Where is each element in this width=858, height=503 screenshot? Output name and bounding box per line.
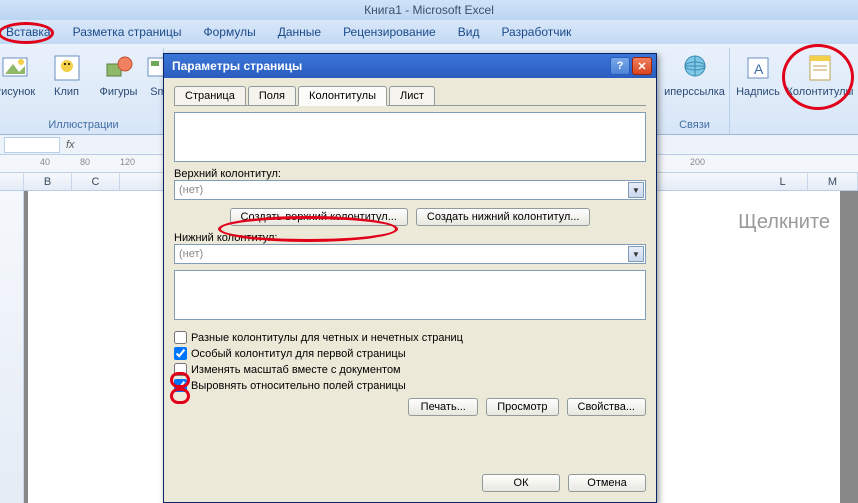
ribbon-header-footer[interactable]: Колонтитулы xyxy=(786,48,854,98)
row-headers[interactable] xyxy=(0,191,24,503)
footer-preview xyxy=(174,270,646,320)
checkbox-odd-even[interactable] xyxy=(174,331,187,344)
ribbon-shapes-label: Фигуры xyxy=(100,86,138,98)
fx-icon[interactable]: fx xyxy=(66,139,75,151)
ribbon-textbox-label: Надпись xyxy=(736,86,780,98)
dlgtab-page[interactable]: Страница xyxy=(174,86,246,105)
select-all[interactable] xyxy=(0,173,24,190)
checkbox-scale[interactable] xyxy=(174,363,187,376)
ribbon-shapes[interactable]: Фигуры xyxy=(95,48,143,98)
opt-odd-even-label: Разные колонтитулы для четных и нечетных… xyxy=(191,332,463,344)
footer-label: Нижний колонтитул: xyxy=(174,232,646,244)
ribbon-picture[interactable]: Рисунок xyxy=(0,48,39,98)
hyperlink-icon xyxy=(679,52,711,84)
checkbox-first[interactable] xyxy=(174,347,187,360)
header-preview xyxy=(174,112,646,162)
opt-first-label: Особый колонтитул для первой страницы xyxy=(191,348,406,360)
ruler-mark: 80 xyxy=(80,157,90,167)
clip-icon xyxy=(51,52,83,84)
page-setup-dialog: Параметры страницы ? ✕ Страница Поля Кол… xyxy=(163,53,657,503)
opt-scale[interactable]: Изменять масштаб вместе с документом xyxy=(174,363,646,376)
textbox-icon: A xyxy=(742,52,774,84)
col-l[interactable]: L xyxy=(758,173,808,190)
create-footer-button[interactable]: Создать нижний колонтитул... xyxy=(416,208,591,226)
ribbon-tabs: Вставка Разметка страницы Формулы Данные… xyxy=(0,20,858,44)
shapes-icon xyxy=(103,52,135,84)
cancel-button[interactable]: Отмена xyxy=(568,474,646,492)
header-footer-icon xyxy=(804,52,836,84)
ribbon-hf-label: Колонтитулы xyxy=(787,86,854,98)
create-header-button[interactable]: Создать верхний колонтитул... xyxy=(230,208,408,226)
ruler-mark: 200 xyxy=(690,157,705,167)
opt-align-label: Выровнять относительно полей страницы xyxy=(191,380,406,392)
checkbox-align[interactable] xyxy=(174,379,187,392)
chevron-down-icon[interactable]: ▼ xyxy=(628,246,644,262)
ribbon-textbox[interactable]: A Надпись xyxy=(734,48,782,98)
header-combo-value: (нет) xyxy=(179,184,203,196)
tab-formulas[interactable]: Формулы xyxy=(203,25,255,39)
tab-data[interactable]: Данные xyxy=(278,25,321,39)
tab-insert[interactable]: Вставка xyxy=(6,25,51,39)
tab-page-layout[interactable]: Разметка страницы xyxy=(73,25,182,39)
opt-first-page[interactable]: Особый колонтитул для первой страницы xyxy=(174,347,646,360)
ribbon-picture-label: Рисунок xyxy=(0,86,35,98)
footer-combo-value: (нет) xyxy=(179,248,203,260)
tab-view[interactable]: Вид xyxy=(458,25,480,39)
ruler-mark: 40 xyxy=(40,157,50,167)
ruler-mark: 120 xyxy=(120,157,135,167)
ribbon-hyperlink[interactable]: иперссылка xyxy=(662,48,728,98)
tab-review[interactable]: Рецензирование xyxy=(343,25,436,39)
ribbon-clip[interactable]: Клип xyxy=(43,48,91,98)
ribbon-hyperlink-label: иперссылка xyxy=(664,86,725,98)
dlgtab-headerfooter[interactable]: Колонтитулы xyxy=(298,86,387,106)
header-hint: Щелкните xyxy=(738,211,830,234)
print-button[interactable]: Печать... xyxy=(408,398,478,416)
dlgtab-margins[interactable]: Поля xyxy=(248,86,296,105)
properties-button[interactable]: Свойства... xyxy=(567,398,646,416)
preview-button[interactable]: Просмотр xyxy=(486,398,558,416)
opt-scale-label: Изменять масштаб вместе с документом xyxy=(191,364,401,376)
ribbon-clip-label: Клип xyxy=(54,86,79,98)
ok-button[interactable]: ОК xyxy=(482,474,560,492)
app-titlebar: Книга1 - Microsoft Excel xyxy=(0,0,858,20)
col-m[interactable]: M xyxy=(808,173,858,190)
dialog-title: Параметры страницы xyxy=(172,59,302,73)
header-label: Верхний колонтитул: xyxy=(174,168,646,180)
col-b[interactable]: B xyxy=(24,173,72,190)
opt-odd-even[interactable]: Разные колонтитулы для четных и нечетных… xyxy=(174,331,646,344)
tab-developer[interactable]: Разработчик xyxy=(501,25,571,39)
picture-icon xyxy=(0,52,31,84)
group-illustrations-label: Иллюстрации xyxy=(48,119,118,134)
dialog-titlebar[interactable]: Параметры страницы ? ✕ xyxy=(164,54,656,78)
svg-text:A: A xyxy=(754,61,764,77)
dlgtab-sheet[interactable]: Лист xyxy=(389,86,435,105)
col-c[interactable]: C xyxy=(72,173,120,190)
close-button[interactable]: ✕ xyxy=(632,57,652,75)
group-links-label: Связи xyxy=(679,119,710,134)
name-box[interactable] xyxy=(4,137,60,153)
help-button[interactable]: ? xyxy=(610,57,630,75)
chevron-down-icon[interactable]: ▼ xyxy=(628,182,644,198)
footer-combo[interactable]: (нет) ▼ xyxy=(174,244,646,264)
dialog-tabs: Страница Поля Колонтитулы Лист xyxy=(174,84,646,106)
opt-align[interactable]: Выровнять относительно полей страницы xyxy=(174,379,646,392)
header-combo[interactable]: (нет) ▼ xyxy=(174,180,646,200)
